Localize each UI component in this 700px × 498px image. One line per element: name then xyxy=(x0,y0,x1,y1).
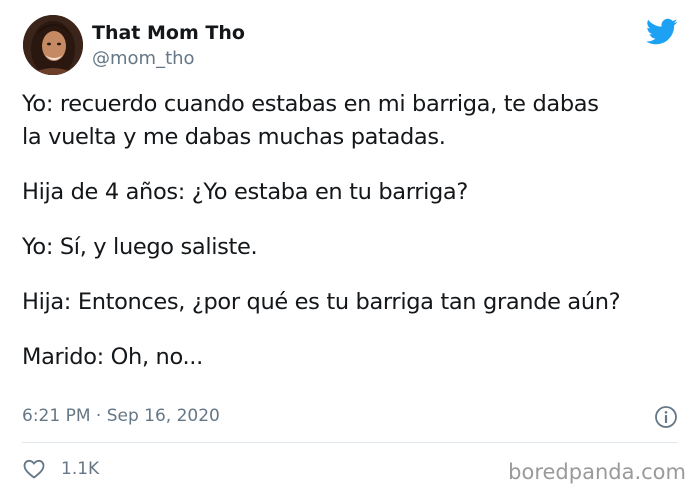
avatar-photo xyxy=(23,15,83,75)
avatar[interactable] xyxy=(23,15,83,75)
like-button[interactable]: 1.1K xyxy=(22,456,99,482)
tweet-paragraph: Hija de 4 años: ¿Yo estaba en tu barriga… xyxy=(22,179,468,205)
watermark: boredpanda.com xyxy=(508,460,686,484)
divider xyxy=(22,442,678,443)
heart-icon xyxy=(23,459,45,479)
info-icon[interactable] xyxy=(654,405,678,429)
like-count: 1.1K xyxy=(61,459,100,479)
tweet-paragraph: Yo: recuerdo cuando estabas en mi barrig… xyxy=(22,91,599,150)
handle[interactable]: @mom_tho xyxy=(92,48,195,70)
tweet-text: Yo: recuerdo cuando estabas en mi barrig… xyxy=(22,88,692,374)
timestamp[interactable]: 6:21 PM · Sep 16, 2020 xyxy=(22,405,220,427)
tweet-paragraph: Hija: Entonces, ¿por qué es tu barriga t… xyxy=(22,289,621,315)
twitter-bird-icon[interactable] xyxy=(646,18,678,46)
display-name[interactable]: That Mom Tho xyxy=(92,22,245,44)
tweet-paragraph: Marido: Oh, no... xyxy=(22,344,203,370)
tweet-paragraph: Yo: Sí, y luego saliste. xyxy=(22,234,258,260)
